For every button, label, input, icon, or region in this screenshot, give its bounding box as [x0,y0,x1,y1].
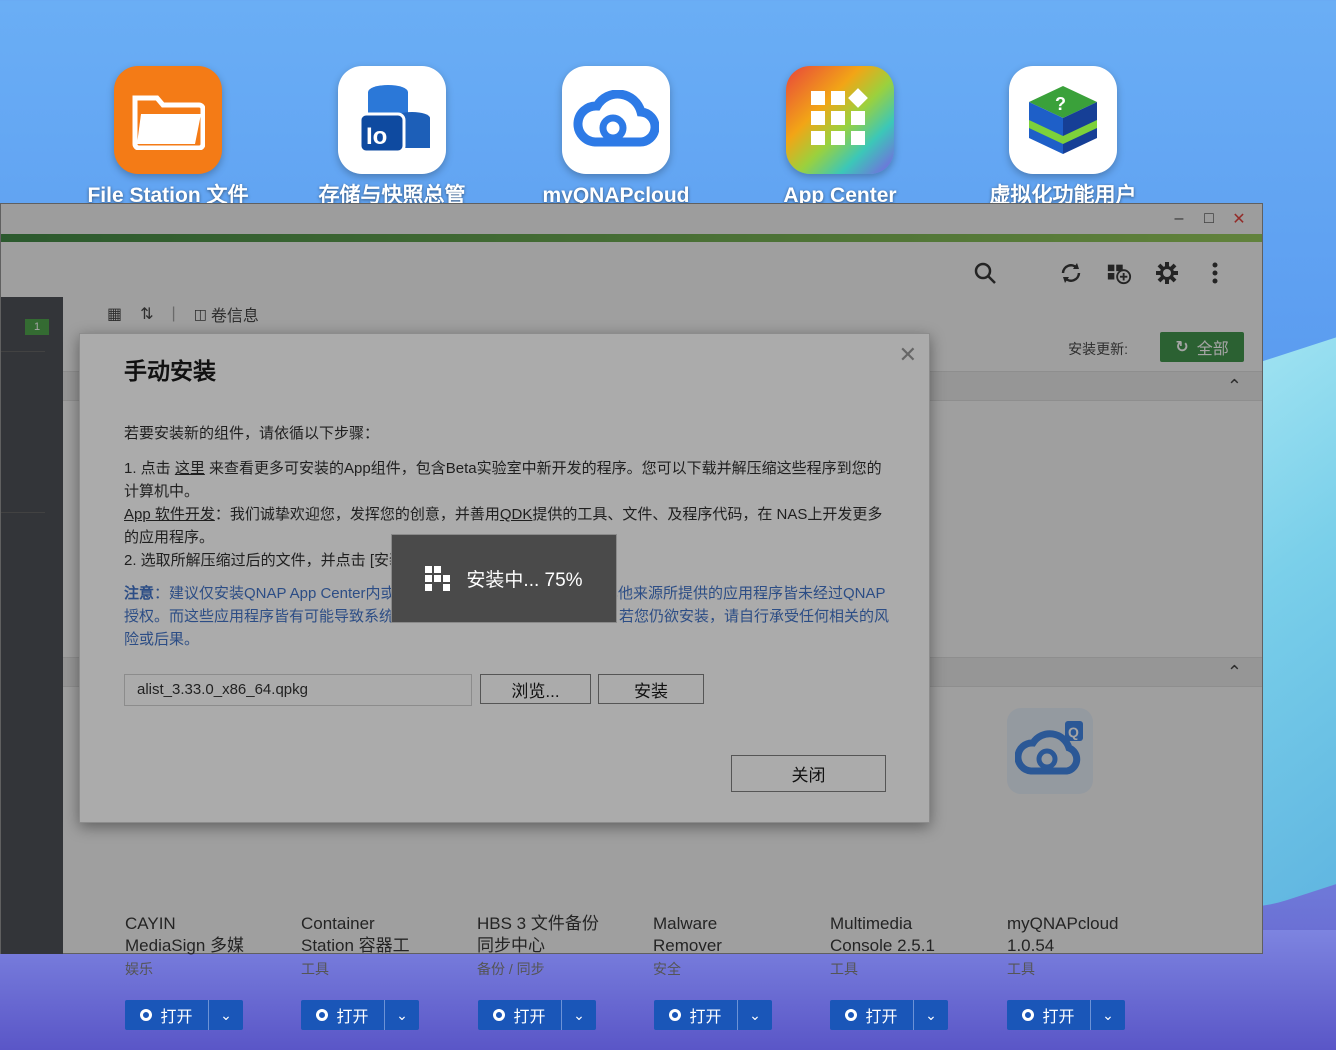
open-label: 打开 [336,1009,369,1026]
install-button[interactable]: 安装 [598,674,704,704]
power-icon [140,1009,153,1021]
dialog-title: 手动安装 [124,358,216,384]
open-app-button[interactable]: 打开 ⌄ [1007,1000,1125,1030]
app-category: 工具 [301,961,329,977]
open-app-button[interactable]: 打开 ⌄ [830,1000,948,1030]
progress-text: 安装中... 75% [466,570,583,591]
app-grid-icon [786,66,894,174]
cloud-icon [562,66,670,174]
open-label: 打开 [160,1009,193,1026]
loading-spinner-icon [425,566,451,591]
install-progress-toast: 安装中... 75% [391,534,617,623]
file-path-input[interactable]: alist_3.33.0_x86_64.qpkg [124,674,472,706]
desktop-icon-storage[interactable]: Io 存储与快照总管 [292,66,492,208]
open-app-button[interactable]: 打开 ⌄ [478,1000,596,1030]
note-label: 注意 [124,585,155,602]
step-1-text: 1. 点击 [124,460,175,477]
power-icon [493,1009,506,1021]
app-category: 备份 / 同步 [477,961,545,977]
chevron-down-icon[interactable]: ⌄ [1091,1000,1125,1030]
power-icon [316,1009,329,1021]
app-category: 娱乐 [125,961,153,977]
svg-text:?: ? [1055,94,1066,114]
virtualization-cube-icon: ? [1009,66,1117,174]
close-button[interactable]: 关闭 [731,755,886,792]
chevron-down-icon[interactable]: ⌄ [562,1000,596,1030]
power-icon [845,1009,858,1021]
storage-snapshot-icon: Io [338,66,446,174]
close-icon[interactable]: ✕ [899,342,917,368]
step-1: 1. 点击 这里 来查看更多可安装的App组件，包含Beta实验室中新开发的程序… [124,457,892,503]
power-icon [1022,1009,1035,1021]
desktop-icon-myqnapcloud[interactable]: myQNAPcloud [516,66,716,208]
app-category: 安全 [653,961,681,977]
desktop-icon-app-center[interactable]: App Center [740,66,940,208]
open-app-button[interactable]: 打开 ⌄ [301,1000,419,1030]
chevron-down-icon[interactable]: ⌄ [914,1000,948,1030]
step-1-text: 来查看更多可安装的App组件，包含Beta实验室中新开发的程序。您可以下载并解压… [124,460,882,500]
open-label: 打开 [865,1009,898,1026]
intro-text: 若要安装新的组件，请依循以下步骤： [124,425,380,442]
browse-button[interactable]: 浏览... [480,674,591,704]
open-app-button[interactable]: 打开 ⌄ [654,1000,772,1030]
qdk-link[interactable]: QDK [500,506,533,523]
folder-icon [114,66,222,174]
open-label: 打开 [689,1009,722,1026]
app-category: 工具 [1007,961,1035,977]
svg-text:Io: Io [366,123,387,150]
here-link[interactable]: 这里 [175,460,205,477]
desktop-icon-virtualization-guide[interactable]: ? 虚拟化功能用户 [963,66,1163,208]
power-icon [669,1009,682,1021]
desktop-icon-file-station[interactable]: File Station 文件 [68,66,268,208]
dev-text-part: ：我们诚挚欢迎您，发挥您的创意，并善用 [214,506,500,523]
chevron-down-icon[interactable]: ⌄ [385,1000,419,1030]
chevron-down-icon[interactable]: ⌄ [209,1000,243,1030]
app-dev-link[interactable]: App 软件开发 [124,506,215,523]
chevron-down-icon[interactable]: ⌄ [738,1000,772,1030]
app-category: 工具 [830,961,858,977]
open-app-button[interactable]: 打开 ⌄ [125,1000,243,1030]
open-label: 打开 [1042,1009,1075,1026]
open-label: 打开 [513,1009,546,1026]
